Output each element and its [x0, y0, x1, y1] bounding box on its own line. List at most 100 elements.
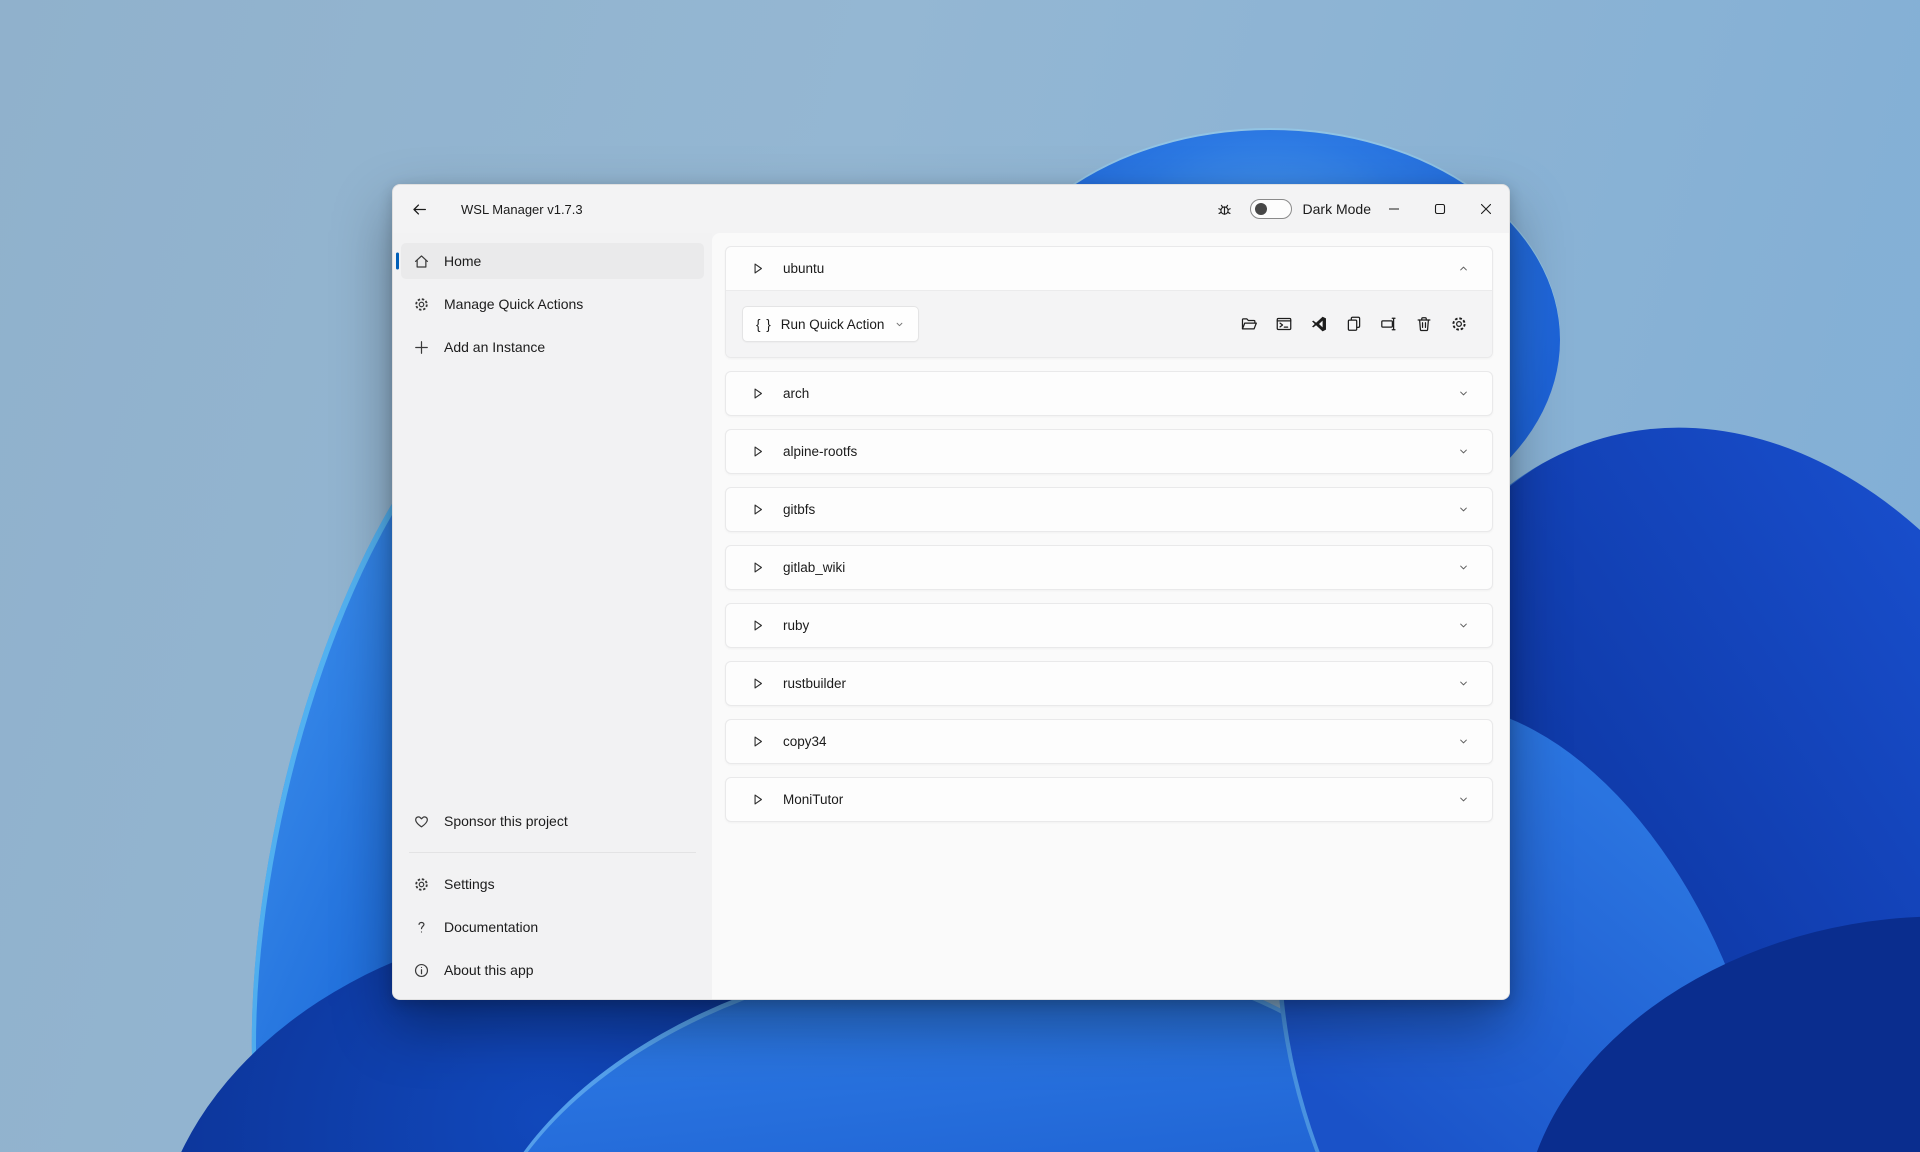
instance-name: rustbuilder [783, 676, 847, 691]
chevron-down-icon [893, 318, 905, 330]
vscode-icon [1310, 315, 1328, 333]
gear-icon [413, 296, 430, 313]
chevron-up-icon[interactable] [1456, 262, 1470, 276]
play-icon[interactable] [750, 502, 765, 517]
sidebar-item-label: Sponsor this project [444, 813, 568, 829]
sidebar-item-label: About this app [444, 962, 534, 978]
dark-mode-toggle[interactable] [1249, 199, 1292, 219]
play-icon[interactable] [750, 792, 765, 807]
sidebar-item-label: Settings [444, 876, 495, 892]
play-icon[interactable] [750, 386, 765, 401]
sidebar-item-about[interactable]: About this app [401, 952, 704, 988]
instance-row[interactable]: arch [726, 372, 1492, 415]
instance-card: arch [725, 371, 1493, 416]
chevron-down-icon[interactable] [1456, 677, 1470, 691]
instance-row[interactable]: alpine-rootfs [726, 430, 1492, 473]
play-icon[interactable] [750, 560, 765, 575]
instance-list: ubuntu { } Run Quick Action arch alpine-… [712, 233, 1509, 999]
instance-row[interactable]: gitlab_wiki [726, 546, 1492, 589]
sidebar-item-sponsor[interactable]: Sponsor this project [401, 803, 704, 839]
chevron-down-icon[interactable] [1456, 735, 1470, 749]
instance-card: alpine-rootfs [725, 429, 1493, 474]
wsl-manager-window: WSL Manager v1.7.3 Dark Mode Home Manage… [392, 184, 1510, 1000]
chevron-down-icon[interactable] [1456, 445, 1470, 459]
play-icon[interactable] [750, 676, 765, 691]
play-icon[interactable] [750, 444, 765, 459]
instance-name: ubuntu [783, 261, 825, 276]
open-folder-button[interactable] [1238, 313, 1260, 335]
maximize-icon [1434, 203, 1446, 215]
chevron-down-icon[interactable] [1456, 387, 1470, 401]
settings-icon [1450, 315, 1468, 333]
terminal-icon [1275, 315, 1293, 333]
braces-icon: { } [756, 316, 772, 332]
instance-row[interactable]: ruby [726, 604, 1492, 647]
play-icon[interactable] [750, 261, 765, 276]
close-button[interactable] [1463, 185, 1509, 233]
chevron-down-icon[interactable] [1456, 561, 1470, 575]
back-arrow-icon [411, 201, 428, 218]
rename-instance-button[interactable] [1378, 313, 1400, 335]
instance-card: MoniTutor [725, 777, 1493, 822]
plus-icon [413, 339, 430, 356]
open-folder-icon [1240, 315, 1258, 333]
dark-mode-label: Dark Mode [1302, 201, 1371, 217]
instance-name: ruby [783, 618, 810, 633]
instance-row[interactable]: copy34 [726, 720, 1492, 763]
minimize-button[interactable] [1371, 185, 1417, 233]
sidebar-item-label: Add an Instance [444, 339, 546, 355]
titlebar-right-controls: Dark Mode [1212, 185, 1509, 233]
chevron-down-icon[interactable] [1456, 503, 1470, 517]
instance-name: alpine-rootfs [783, 444, 858, 459]
instance-row[interactable]: gitbfs [726, 488, 1492, 531]
toggle-knob [1254, 203, 1267, 215]
maximize-button[interactable] [1417, 185, 1463, 233]
sidebar-item-documentation[interactable]: Documentation [401, 909, 704, 945]
info-icon [413, 962, 430, 979]
instance-card: gitlab_wiki [725, 545, 1493, 590]
instance-row[interactable]: MoniTutor [726, 778, 1492, 821]
instance-name: gitlab_wiki [783, 560, 846, 575]
instance-card: gitbfs [725, 487, 1493, 532]
sidebar-item-label: Documentation [444, 919, 539, 935]
titlebar: WSL Manager v1.7.3 Dark Mode [393, 185, 1509, 233]
chevron-down-icon[interactable] [1456, 793, 1470, 807]
heart-icon [413, 813, 430, 830]
delete-instance-button[interactable] [1413, 313, 1435, 335]
sidebar-item-label: Home [444, 253, 482, 269]
play-icon[interactable] [750, 734, 765, 749]
run-quick-action-button[interactable]: { } Run Quick Action [742, 306, 920, 342]
instance-name: arch [783, 386, 810, 401]
chevron-down-icon[interactable] [1456, 619, 1470, 633]
instance-name: gitbfs [783, 502, 816, 517]
sidebar: Home Manage Quick Actions Add an Instanc… [393, 233, 712, 999]
sidebar-item-settings[interactable]: Settings [401, 866, 704, 902]
bug-icon [1216, 201, 1233, 218]
instance-card-expanded: ubuntu { } Run Quick Action [725, 246, 1493, 358]
instance-row[interactable]: ubuntu [726, 247, 1492, 290]
copy-instance-button[interactable] [1343, 313, 1365, 335]
instance-row[interactable]: rustbuilder [726, 662, 1492, 705]
sidebar-divider [409, 852, 696, 853]
gear-icon [413, 876, 430, 893]
trash-icon [1415, 315, 1433, 333]
sidebar-item-label: Manage Quick Actions [444, 296, 584, 312]
open-terminal-button[interactable] [1273, 313, 1295, 335]
instance-actions-panel: { } Run Quick Action [726, 290, 1492, 357]
sidebar-item-home[interactable]: Home [396, 243, 704, 279]
sidebar-item-add-instance[interactable]: Add an Instance [401, 329, 704, 365]
selection-indicator [396, 252, 399, 270]
open-vscode-button[interactable] [1308, 313, 1330, 335]
back-button[interactable] [403, 193, 435, 225]
play-icon[interactable] [750, 618, 765, 633]
debug-button[interactable] [1212, 196, 1238, 222]
sidebar-item-manage-quick-actions[interactable]: Manage Quick Actions [401, 286, 704, 322]
instance-action-icons [1238, 313, 1470, 335]
instance-name: MoniTutor [783, 792, 844, 807]
copy-icon [1345, 315, 1363, 333]
home-icon [413, 253, 430, 270]
minimize-icon [1388, 203, 1400, 215]
close-icon [1480, 203, 1492, 215]
instance-settings-button[interactable] [1448, 313, 1470, 335]
instance-card: copy34 [725, 719, 1493, 764]
